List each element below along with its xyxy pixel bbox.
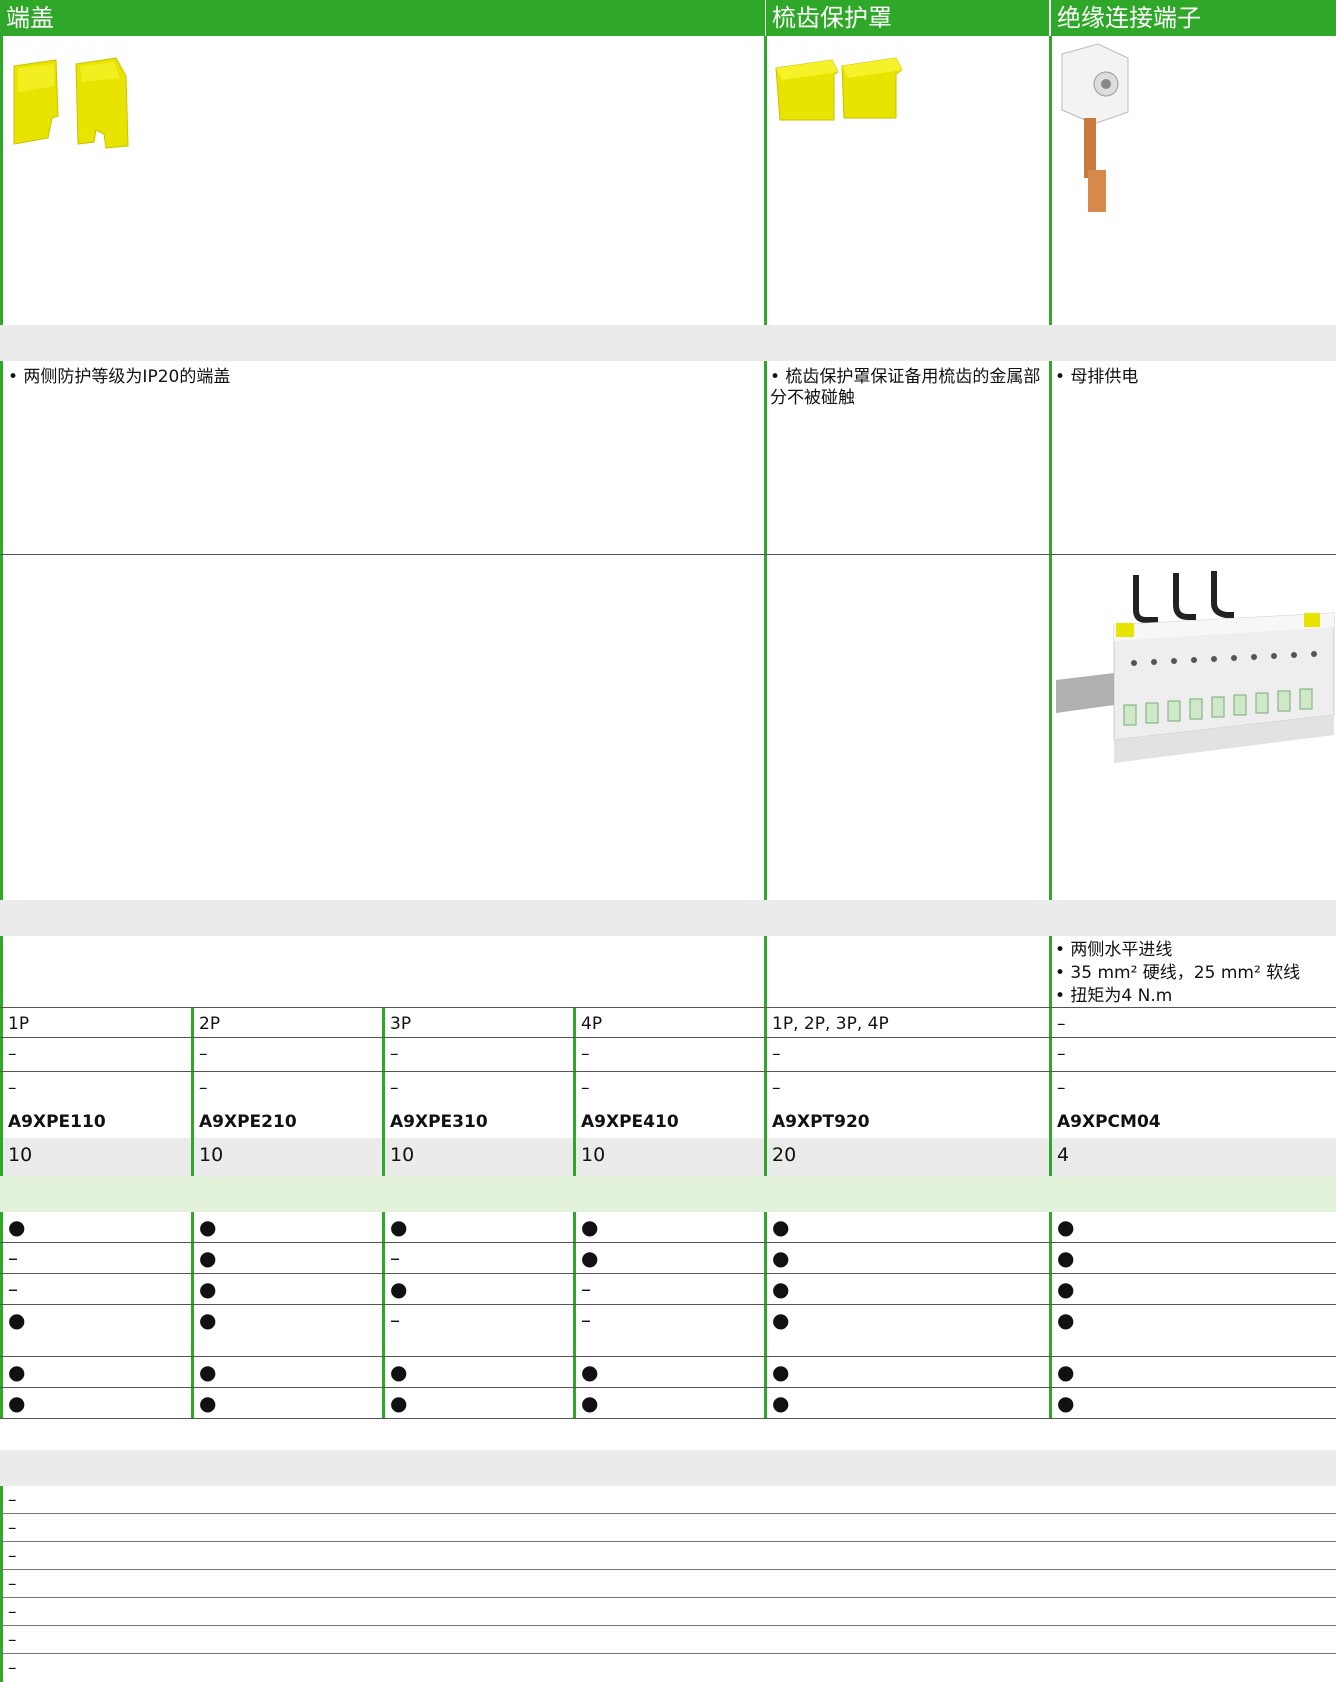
poles-cell: 1P <box>8 1014 30 1034</box>
compat-cell: ● <box>390 1277 408 1301</box>
poles-cell: 2P <box>199 1014 221 1034</box>
row3-cell: – <box>581 1078 590 1098</box>
comb-cover-description: • 梳齿保护罩保证备用梳齿的金属部分不被碰触 <box>770 367 1041 408</box>
ref-cell: A9XPE310 <box>390 1112 488 1132</box>
qty-cell: 10 <box>199 1144 224 1166</box>
terminal-description: • 母排供电 <box>1055 367 1139 387</box>
end-cover-description: • 两侧防护等级为IP20的端盖 <box>8 367 231 387</box>
row3-cell: – <box>1057 1078 1066 1098</box>
compat-cell: ● <box>199 1246 217 1270</box>
qty-cell: 10 <box>581 1144 606 1166</box>
row2-cell: – <box>1057 1044 1066 1064</box>
compat-cell: ● <box>199 1215 217 1239</box>
bottom-row-cell: – <box>8 1546 17 1566</box>
bottom-row-cell: – <box>8 1658 17 1678</box>
ref-cell: A9XPCM04 <box>1057 1112 1161 1132</box>
qty-cell: 4 <box>1057 1144 1070 1166</box>
row2-cell: – <box>8 1044 17 1064</box>
compat-cell: ● <box>772 1246 790 1270</box>
qty-cell: 10 <box>8 1144 33 1166</box>
compat-cell: – <box>390 1246 400 1270</box>
row3-cell: – <box>390 1078 399 1098</box>
poles-cell: – <box>1057 1014 1066 1034</box>
row3-cell: – <box>8 1078 17 1098</box>
ref-cell: A9XPT920 <box>772 1112 870 1132</box>
compat-cell: ● <box>772 1277 790 1301</box>
compat-cell: ● <box>772 1391 790 1415</box>
compat-cell: ● <box>772 1360 790 1384</box>
terminal-note-2: • 35 mm² 硬线，25 mm² 软线 <box>1055 963 1301 983</box>
header-terminal: 绝缘连接端子 <box>1051 0 1336 36</box>
ref-cell: A9XPE110 <box>8 1112 106 1132</box>
compat-cell: ● <box>581 1215 599 1239</box>
compat-cell: – <box>581 1308 591 1332</box>
row2-cell: – <box>581 1044 590 1064</box>
comb-cover-image <box>775 57 903 121</box>
compat-cell: – <box>581 1277 591 1301</box>
qty-cell: 20 <box>772 1144 797 1166</box>
compat-cell: ● <box>8 1391 26 1415</box>
compat-cell: – <box>8 1277 18 1301</box>
compat-cell: ● <box>1057 1391 1075 1415</box>
ref-cell: A9XPE410 <box>581 1112 679 1132</box>
qty-cell: 10 <box>390 1144 415 1166</box>
ref-cell: A9XPE210 <box>199 1112 297 1132</box>
compat-cell: ● <box>390 1360 408 1384</box>
compat-cell: ● <box>1057 1277 1075 1301</box>
header-comb-cover: 梳齿保护罩 <box>766 0 1049 36</box>
poles-cell: 4P <box>581 1014 603 1034</box>
compat-cell: – <box>8 1246 18 1270</box>
compat-cell: ● <box>8 1215 26 1239</box>
compat-cell: ● <box>199 1360 217 1384</box>
compat-cell: ● <box>199 1308 217 1332</box>
poles-cell: 1P, 2P, 3P, 4P <box>772 1014 889 1034</box>
bottom-row-cell: – <box>8 1574 17 1594</box>
compat-cell: ● <box>199 1391 217 1415</box>
row2-cell: – <box>390 1044 399 1064</box>
compat-cell: ● <box>581 1360 599 1384</box>
row2-cell: – <box>199 1044 208 1064</box>
compat-cell: ● <box>199 1277 217 1301</box>
installation-image <box>1056 571 1335 763</box>
bottom-row-cell: – <box>8 1602 17 1622</box>
end-cover-image <box>13 57 129 149</box>
compat-cell: ● <box>581 1391 599 1415</box>
compat-cell: – <box>390 1308 400 1332</box>
bottom-row-cell: – <box>8 1490 17 1510</box>
terminal-image <box>1061 43 1129 212</box>
compat-cell: ● <box>1057 1215 1075 1239</box>
compat-cell: ● <box>581 1246 599 1270</box>
compat-cell: ● <box>8 1308 26 1332</box>
compat-cell: ● <box>772 1308 790 1332</box>
compat-cell: ● <box>1057 1308 1075 1332</box>
compat-cell: ● <box>1057 1246 1075 1270</box>
compat-cell: ● <box>772 1215 790 1239</box>
bottom-row-cell: – <box>8 1630 17 1650</box>
terminal-note-3: • 扭矩为4 N.m <box>1055 986 1173 1006</box>
row2-cell: – <box>772 1044 781 1064</box>
product-table-page: 端盖 梳齿保护罩 绝缘连接端子 • 两侧防护等级为IP20的端盖 • 梳齿保护罩… <box>0 0 1336 1682</box>
compat-cell: ● <box>390 1215 408 1239</box>
poles-cell: 3P <box>390 1014 412 1034</box>
compat-cell: ● <box>8 1360 26 1384</box>
row3-cell: – <box>199 1078 208 1098</box>
compat-cell: ● <box>1057 1360 1075 1384</box>
terminal-note-1: • 两侧水平进线 <box>1055 940 1173 960</box>
compat-cell: ● <box>390 1391 408 1415</box>
row3-cell: – <box>772 1078 781 1098</box>
header-end-cover: 端盖 <box>0 0 765 36</box>
bottom-row-cell: – <box>8 1518 17 1538</box>
